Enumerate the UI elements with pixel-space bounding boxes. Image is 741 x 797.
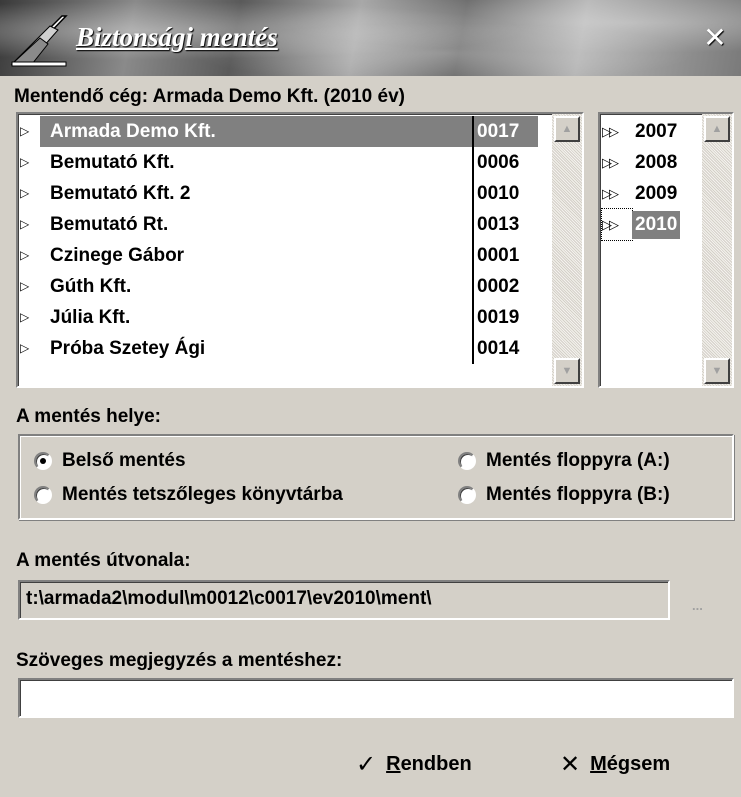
year-value: 2010 xyxy=(632,210,681,239)
triangle-right-icon: ▷ xyxy=(20,155,30,169)
company-name: Gúth Kft. xyxy=(50,276,132,297)
ok-button[interactable]: ✓ Rendben xyxy=(356,750,472,779)
radio-floppy-a[interactable]: Mentés floppyra (A:) xyxy=(458,450,670,472)
path-value: t:\armada2\modul\m0012\c0017\ev2010\ment… xyxy=(26,588,432,609)
company-row[interactable]: ▷ Bemutató Kft. 2 0010 xyxy=(18,178,538,209)
note-label: Szöveges megjegyzés a mentéshez: xyxy=(16,650,343,671)
cross-icon: ✕ xyxy=(560,751,581,778)
company-row[interactable]: ▷ Armada Demo Kft. 0017 xyxy=(18,116,538,147)
browse-button[interactable]: ... xyxy=(692,598,703,613)
year-value: 2008 xyxy=(635,151,678,173)
triangle-right-icon: ▷ xyxy=(20,217,30,231)
triangle-right-icon: ▷ xyxy=(20,310,30,324)
checkmark-icon: ✓ xyxy=(356,751,377,778)
company-code: 0001 xyxy=(472,240,538,271)
scroll-up-button[interactable]: ▲ xyxy=(554,116,580,142)
radio-internal-backup-label: Belső mentés xyxy=(62,450,186,471)
title-bar: Biztonsági mentés ✕ xyxy=(0,0,741,76)
cancel-button[interactable]: ✕ Mégsem xyxy=(560,750,670,779)
path-field: t:\armada2\modul\m0012\c0017\ev2010\ment… xyxy=(18,580,670,620)
triangle-right-icon: ▷ xyxy=(20,279,30,293)
path-label: A mentés útvonala: xyxy=(16,550,191,571)
radio-floppy-b-label: Mentés floppyra (B:) xyxy=(486,484,670,505)
company-code: 0014 xyxy=(472,333,538,364)
year-list-scrollbar[interactable]: ▲ ▼ xyxy=(702,114,732,386)
company-code: 0006 xyxy=(472,147,538,178)
year-value: 2007 xyxy=(635,120,678,142)
triangle-right-icon: ▷ xyxy=(20,341,30,355)
window-title: Biztonsági mentés xyxy=(76,22,278,52)
company-list-scrollbar[interactable]: ▲ ▼ xyxy=(552,114,582,386)
company-code: 0017 xyxy=(472,116,538,147)
year-scroll-up-button[interactable]: ▲ xyxy=(704,116,730,142)
company-name: Próba Szetey Ági xyxy=(50,338,206,359)
year-list[interactable]: ▷▷ 2007 ▷▷ 2008 ▷▷ 2009 ▷▷ 2010 ▲ ▼ xyxy=(598,112,734,388)
radio-floppy-a-label: Mentés floppyra (A:) xyxy=(486,450,670,471)
company-name: Czinege Gábor xyxy=(50,245,185,266)
app-logo-icon xyxy=(10,15,68,67)
company-code: 0010 xyxy=(472,178,538,209)
double-triangle-right-icon: ▷▷ xyxy=(602,186,619,201)
company-code: 0013 xyxy=(472,209,538,240)
company-label: Mentendő cég: Armada Demo Kft. (2010 év) xyxy=(14,86,405,107)
radio-internal-backup-circle xyxy=(34,452,52,470)
double-triangle-right-icon: ▷▷ xyxy=(601,208,633,241)
company-row[interactable]: ▷ Júlia Kft. 0019 xyxy=(18,302,538,333)
close-button[interactable]: ✕ xyxy=(701,24,729,52)
company-code: 0019 xyxy=(472,302,538,333)
radio-custom-directory-label: Mentés tetszőleges könyvtárba xyxy=(62,484,343,505)
radio-custom-directory[interactable]: Mentés tetszőleges könyvtárba xyxy=(34,484,343,506)
year-row[interactable]: ▷▷ 2009 xyxy=(602,178,680,209)
year-row[interactable]: ▷▷ 2010 xyxy=(601,208,681,241)
company-name: Armada Demo Kft. xyxy=(40,116,472,147)
company-name: Bemutató Kft. xyxy=(50,152,175,173)
triangle-right-icon: ▷ xyxy=(20,186,30,200)
company-name: Bemutató Kft. 2 xyxy=(50,183,191,204)
location-label: A mentés helye: xyxy=(16,406,162,427)
radio-internal-backup[interactable]: Belső mentés xyxy=(34,450,186,472)
year-value: 2009 xyxy=(635,182,678,204)
company-name: Bemutató Rt. xyxy=(50,214,169,235)
scroll-down-button[interactable]: ▼ xyxy=(554,358,580,384)
year-scroll-down-button[interactable]: ▼ xyxy=(704,358,730,384)
year-row[interactable]: ▷▷ 2008 xyxy=(602,147,680,178)
radio-floppy-b-circle xyxy=(458,486,476,504)
ok-label: endben xyxy=(400,753,472,775)
company-code: 0002 xyxy=(472,271,538,302)
double-triangle-right-icon: ▷▷ xyxy=(602,155,619,170)
company-row[interactable]: ▷ Czinege Gábor 0001 xyxy=(18,240,538,271)
company-row[interactable]: ▷ Bemutató Rt. 0013 xyxy=(18,209,538,240)
radio-floppy-b[interactable]: Mentés floppyra (B:) xyxy=(458,484,670,506)
company-name: Júlia Kft. xyxy=(50,307,131,328)
radio-custom-directory-circle xyxy=(34,486,52,504)
cancel-label: égsem xyxy=(606,753,671,775)
ok-accel: R xyxy=(386,753,401,775)
location-group: Belső mentés Mentés floppyra (A:) Mentés… xyxy=(18,434,734,520)
double-triangle-right-icon: ▷▷ xyxy=(602,124,619,139)
company-row[interactable]: ▷ Gúth Kft. 0002 xyxy=(18,271,538,302)
cancel-accel: M xyxy=(590,753,607,775)
company-row[interactable]: ▷ Bemutató Kft. 0006 xyxy=(18,147,538,178)
year-row[interactable]: ▷▷ 2007 xyxy=(602,116,680,147)
company-row[interactable]: ▷ Próba Szetey Ági 0014 xyxy=(18,333,538,364)
radio-floppy-a-circle xyxy=(458,452,476,470)
triangle-right-icon: ▷ xyxy=(20,124,30,138)
triangle-right-icon: ▷ xyxy=(20,248,30,262)
note-input[interactable] xyxy=(18,678,734,718)
company-list[interactable]: ▷ Armada Demo Kft. 0017 ▷ Bemutató Kft. 0006 ▷… xyxy=(16,112,584,388)
